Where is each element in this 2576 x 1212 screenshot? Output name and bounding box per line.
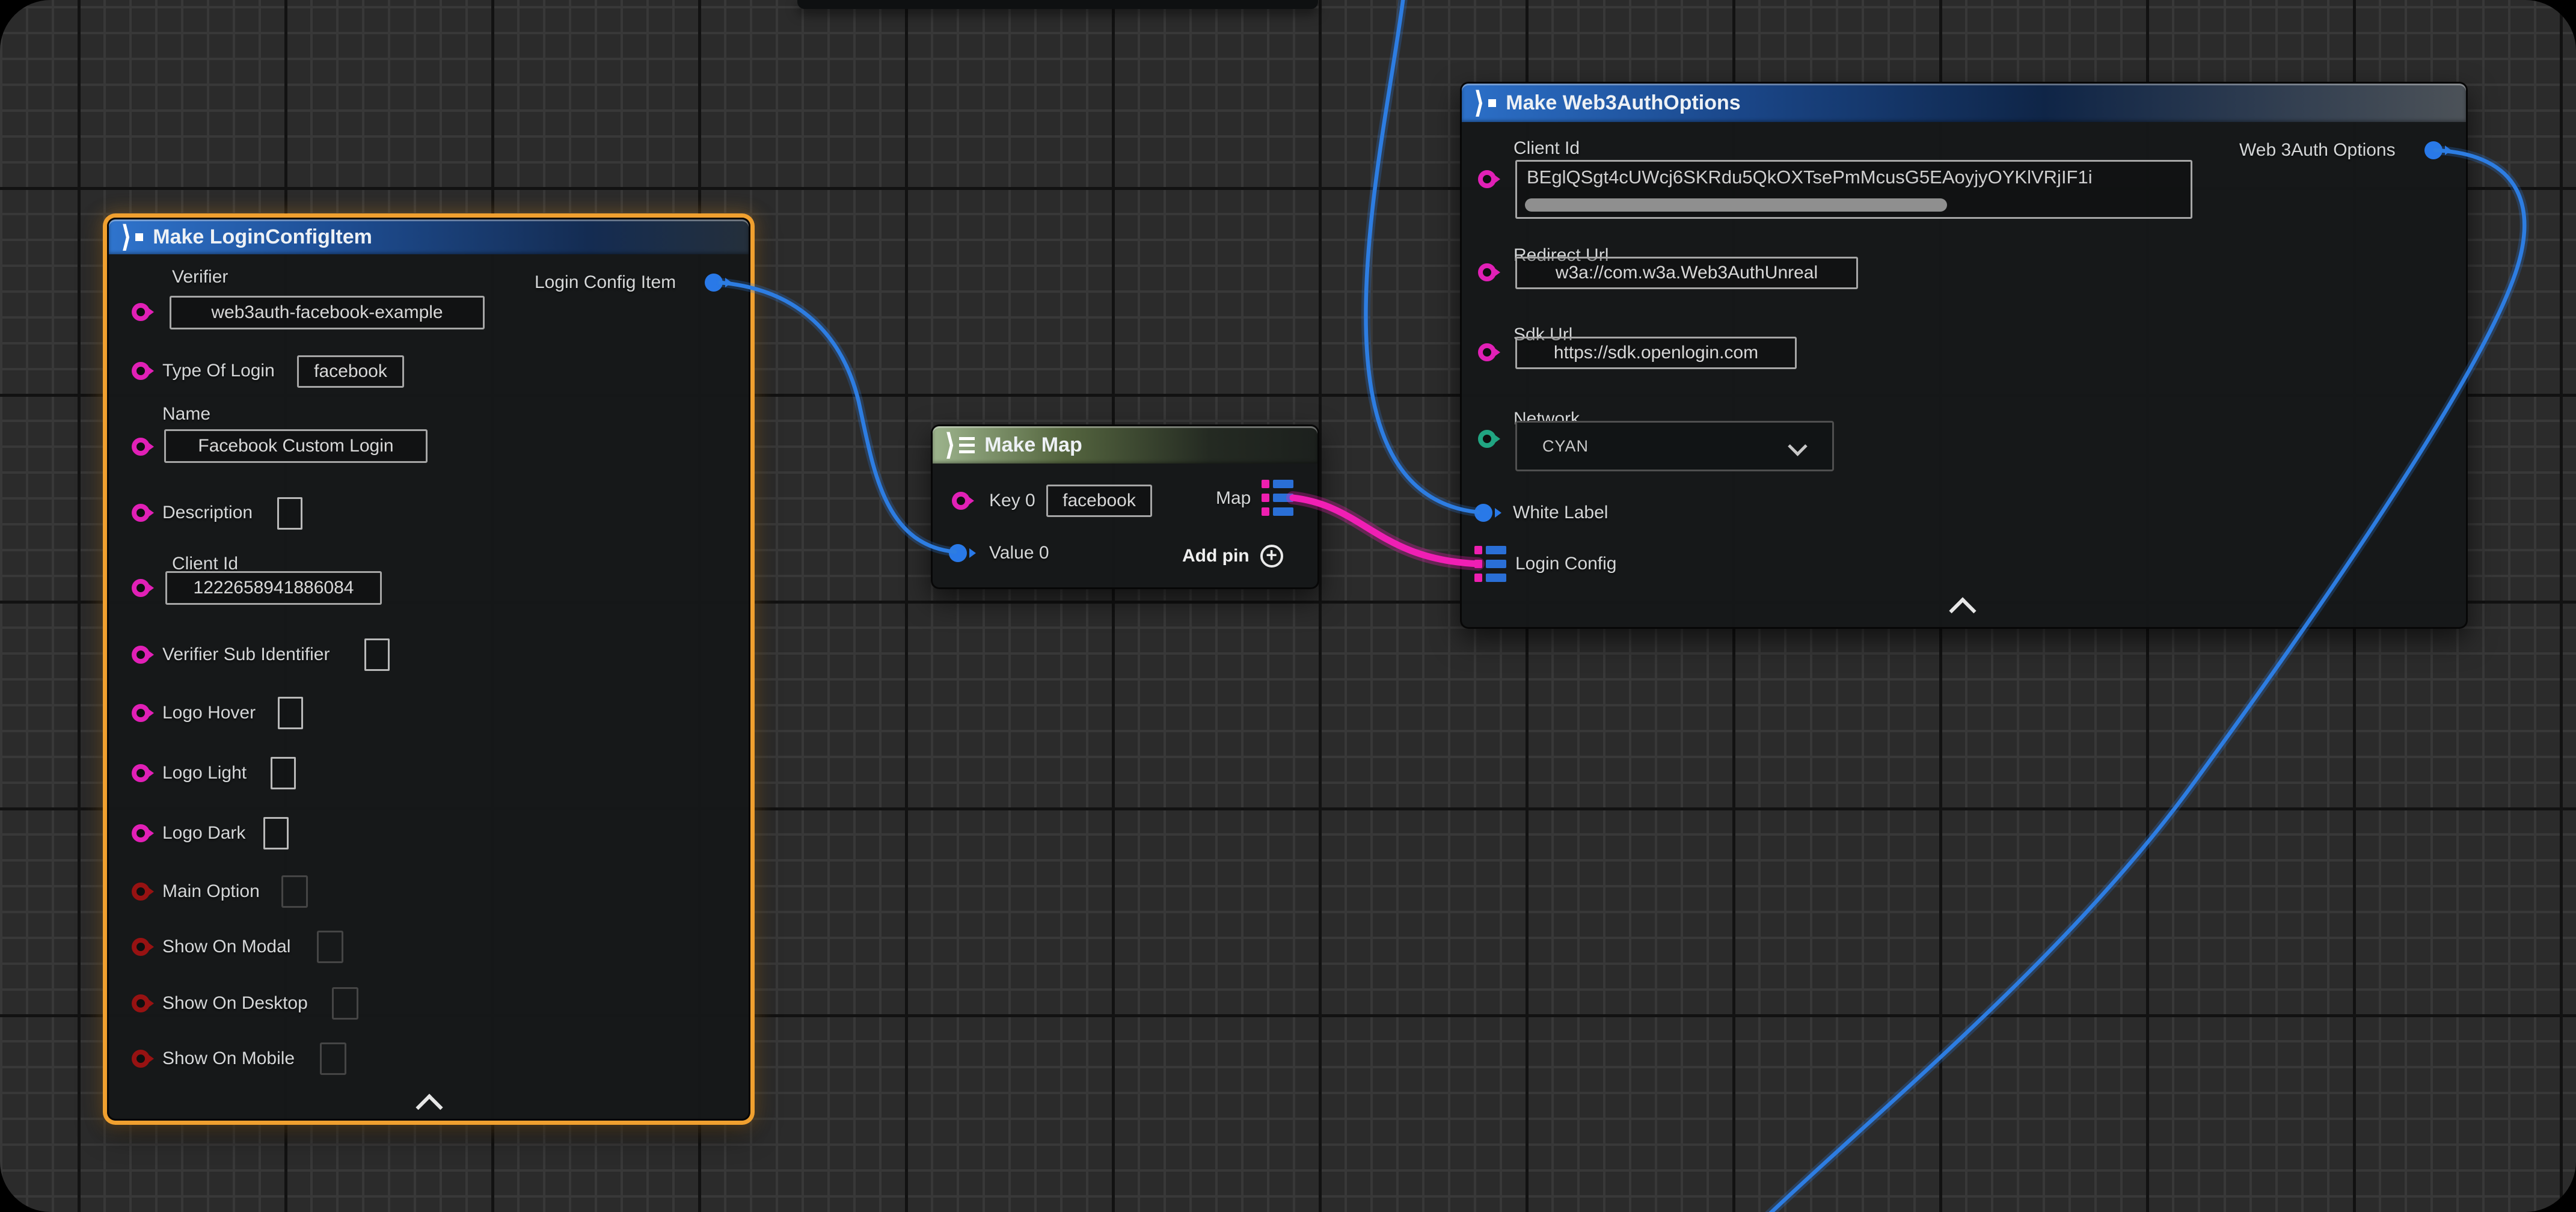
w3a-client-id-text: BEglQSgt4cUWcj6SKRdu5QkOXTsePmMcusG5EAoy… xyxy=(1527,167,2093,188)
map-output-label: Map xyxy=(1216,488,1251,509)
node-title: Make Web3AuthOptions xyxy=(1506,91,1740,115)
show-on-mobile-pin[interactable] xyxy=(132,1050,150,1068)
network-dropdown-value: CYAN xyxy=(1517,437,1589,456)
logo-hover-pin[interactable] xyxy=(132,704,150,722)
make-struct-icon: ⟩ xyxy=(1474,91,1496,115)
main-option-pin-label: Main Option xyxy=(162,881,260,902)
name-value-field[interactable]: Facebook Custom Login xyxy=(164,429,428,463)
node-make-web3authoptions-header[interactable]: ⟩ Make Web3AuthOptions xyxy=(1462,84,2466,122)
login-config-item-output-label: Login Config Item xyxy=(535,272,676,293)
logo-dark-pin[interactable] xyxy=(132,824,150,842)
make-map-icon: ⟩ xyxy=(945,433,975,457)
key0-pin-label: Key 0 xyxy=(989,491,1035,511)
description-pin[interactable] xyxy=(132,504,150,522)
redirect-url-value-field[interactable]: w3a://com.w3a.Web3AuthUnreal xyxy=(1515,257,1858,289)
type-of-login-pin-label: Type Of Login xyxy=(162,361,275,381)
node-title: Make Map xyxy=(984,433,1082,457)
logo-light-pin-label: Logo Light xyxy=(162,763,247,783)
web3auth-options-output-label: Web 3Auth Options xyxy=(2239,140,2396,161)
white-label-pin-label: White Label xyxy=(1513,503,1608,523)
offscreen-node-partial[interactable] xyxy=(797,0,1318,9)
network-pin[interactable] xyxy=(1478,430,1496,448)
type-of-login-pin[interactable] xyxy=(132,362,150,380)
logo-dark-pin-label: Logo Dark xyxy=(162,823,245,843)
description-pin-label: Description xyxy=(162,503,253,523)
node-make-loginconfigitem[interactable]: ⟩ Make LoginConfigItem xyxy=(107,218,750,1121)
network-dropdown[interactable]: CYAN xyxy=(1515,421,1834,471)
add-pin-button[interactable]: Add pin xyxy=(1182,545,1283,568)
show-on-modal-pin[interactable] xyxy=(132,938,150,956)
login-config-pin-label: Login Config xyxy=(1515,554,1616,574)
show-on-mobile-checkbox[interactable] xyxy=(320,1042,346,1075)
map-output-pin map-grid-icon[interactable] xyxy=(1262,480,1293,516)
node-make-loginconfigitem-header[interactable]: ⟩ Make LoginConfigItem xyxy=(109,219,749,254)
sdk-url-pin[interactable] xyxy=(1478,343,1496,361)
show-on-desktop-pin[interactable] xyxy=(132,994,150,1012)
make-struct-icon: ⟩ xyxy=(121,225,143,249)
verifier-pin-label: Verifier xyxy=(172,267,228,287)
name-pin-label: Name xyxy=(162,404,210,424)
show-on-modal-pin-label: Show On Modal xyxy=(162,937,290,957)
client-id-horizontal-scrollbar[interactable] xyxy=(1525,198,1947,212)
verifier-sub-identifier-value-field[interactable] xyxy=(364,638,390,671)
blueprint-graph-screen: ⟩ Make LoginConfigItem Verifier web3auth… xyxy=(0,0,2576,1212)
type-of-login-value-field[interactable]: facebook xyxy=(297,355,404,388)
client-id-value-field[interactable]: 1222658941886084 xyxy=(165,571,382,605)
sdk-url-value-field[interactable]: https://sdk.openlogin.com xyxy=(1515,337,1797,369)
verifier-sub-identifier-pin[interactable] xyxy=(132,646,150,664)
main-option-checkbox[interactable] xyxy=(281,875,308,908)
login-config-pin map-grid-icon[interactable] xyxy=(1474,546,1506,582)
value0-pin-label: Value 0 xyxy=(989,543,1049,563)
node-title: Make LoginConfigItem xyxy=(153,225,372,249)
value0-pin[interactable] xyxy=(949,544,967,562)
logo-hover-value-field[interactable] xyxy=(278,697,303,729)
logo-hover-pin-label: Logo Hover xyxy=(162,703,256,723)
main-option-pin[interactable] xyxy=(132,883,150,901)
client-id-pin[interactable] xyxy=(132,579,150,597)
redirect-url-pin[interactable] xyxy=(1478,263,1496,281)
logo-light-pin[interactable] xyxy=(132,764,150,782)
show-on-mobile-pin-label: Show On Mobile xyxy=(162,1048,295,1069)
description-value-field[interactable] xyxy=(277,497,302,530)
w3a-client-id-pin-label: Client Id xyxy=(1513,138,1580,159)
logo-light-value-field[interactable] xyxy=(271,757,296,789)
show-on-desktop-pin-label: Show On Desktop xyxy=(162,993,308,1014)
node-make-map-header[interactable]: ⟩ Make Map xyxy=(933,426,1317,464)
show-on-desktop-checkbox[interactable] xyxy=(332,987,358,1020)
name-pin[interactable] xyxy=(132,438,150,456)
logo-dark-value-field[interactable] xyxy=(263,817,289,849)
add-pin-label: Add pin xyxy=(1182,546,1250,566)
verifier-sub-identifier-pin-label: Verifier Sub Identifier xyxy=(162,644,330,665)
key0-value-field[interactable]: facebook xyxy=(1046,485,1152,517)
white-label-pin[interactable] xyxy=(1474,504,1492,522)
web3auth-options-output-pin[interactable] xyxy=(2424,141,2443,159)
show-on-modal-checkbox[interactable] xyxy=(317,931,343,963)
plus-circle-icon xyxy=(1260,545,1283,568)
key0-pin[interactable] xyxy=(952,492,970,510)
w3a-client-id-pin[interactable] xyxy=(1478,170,1496,188)
verifier-value-field[interactable]: web3auth-facebook-example xyxy=(170,296,485,329)
verifier-pin[interactable] xyxy=(132,303,150,321)
login-config-item-output-pin[interactable] xyxy=(705,274,723,292)
